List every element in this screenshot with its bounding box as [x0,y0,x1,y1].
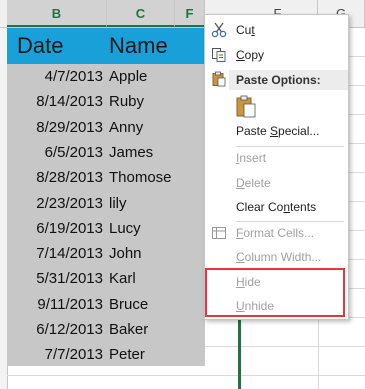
name-cell[interactable]: Lucy [107,216,175,242]
date-cell[interactable]: 7/7/2013 [7,342,107,368]
menu-label-cut: Cut [236,23,255,37]
scissors-icon [211,22,227,38]
column-header-d[interactable]: F [175,0,205,27]
date-cell[interactable]: 6/5/2013 [7,140,107,166]
blank-header-cell[interactable] [175,28,205,64]
menu-label-format-cells: Format Cells... [236,226,315,240]
name-cell[interactable]: Apple [107,64,175,90]
name-header-cell[interactable]: Name [107,28,175,64]
clipboard-paste-icon [236,95,256,118]
table-row[interactable]: 6/12/2013 Baker [7,317,205,343]
table-row[interactable]: 4/7/2013 Apple [7,64,205,90]
name-cell[interactable]: Karl [107,266,175,292]
date-header-cell[interactable]: Date [7,28,107,64]
name-cell[interactable]: Baker [107,317,175,343]
table-row[interactable]: 7/14/2013 John [7,241,205,267]
menu-item-column-width[interactable]: Column Width... [205,246,348,268]
menu-item-delete[interactable]: Delete [205,172,348,194]
menu-label-column-width: Column Width... [236,250,322,264]
date-cell[interactable]: 2/23/2013 [7,191,107,217]
menu-label-delete: Delete [236,176,271,190]
menu-item-copy[interactable]: Copy [205,44,348,66]
date-cell[interactable]: 6/19/2013 [7,216,107,242]
date-cell[interactable]: 8/29/2013 [7,115,107,141]
menu-item-clear-contents[interactable]: Clear Contents [205,196,348,218]
date-cell[interactable]: 8/28/2013 [7,165,107,191]
table-row[interactable]: 6/19/2013 Lucy [7,216,205,242]
menu-item-cut[interactable]: Cut [205,19,348,41]
name-cell[interactable]: Ruby [107,89,175,115]
table-row[interactable]: 8/28/2013 Thomose [7,165,205,191]
date-cell[interactable]: 9/11/2013 [7,292,107,318]
table-row[interactable]: 5/31/2013 Karl [7,266,205,292]
format-cells-icon [212,227,226,239]
name-cell[interactable]: Thomose [107,165,175,191]
column-header-b[interactable]: B [7,0,107,27]
column-header-c[interactable]: C [107,0,175,27]
table-row[interactable]: 8/14/2013 Ruby [7,89,205,115]
name-cell[interactable]: Peter [107,342,175,368]
menu-item-paste-special[interactable]: Paste Special... [205,120,348,142]
menu-label-insert: Insert [236,151,267,165]
table-row[interactable]: 7/7/2013 Peter [7,342,205,368]
name-cell[interactable]: Anny [107,115,175,141]
table-row[interactable]: 9/11/2013 Bruce [7,292,205,318]
menu-item-format-cells[interactable]: Format Cells... [205,222,348,244]
date-cell[interactable]: 7/14/2013 [7,241,107,267]
date-cell[interactable]: 8/14/2013 [7,89,107,115]
menu-label-paste-special: Paste Special... [236,124,320,138]
menu-item-insert[interactable]: Insert [205,147,348,169]
name-cell[interactable]: John [107,241,175,267]
paste-options-label: Paste Options: [236,73,321,87]
selected-column-border [238,318,241,389]
name-cell[interactable]: Bruce [107,292,175,318]
spreadsheet: B C F F G Date Name 4/7/2013Apple8/14/20… [0,0,365,389]
menu-label-clear-contents: Clear Contents [236,200,317,214]
table-row[interactable]: 6/5/2013 James [7,140,205,166]
paste-button[interactable] [235,95,257,119]
date-cell[interactable]: 6/12/2013 [7,317,107,343]
paste-options-header: Paste Options: [229,70,348,90]
table-row[interactable]: 2/23/2013 lily [7,191,205,217]
menu-label-copy: Copy [236,48,265,62]
name-cell[interactable]: lily [107,191,175,217]
table-row[interactable]: 8/29/2013 Anny [7,115,205,141]
date-cell[interactable]: 5/31/2013 [7,266,107,292]
hide-unhide-highlight-box [205,268,345,317]
name-cell[interactable]: James [107,140,175,166]
copy-icon [212,48,226,62]
date-cell[interactable]: 4/7/2013 [7,64,107,90]
paste-icon [212,71,226,87]
